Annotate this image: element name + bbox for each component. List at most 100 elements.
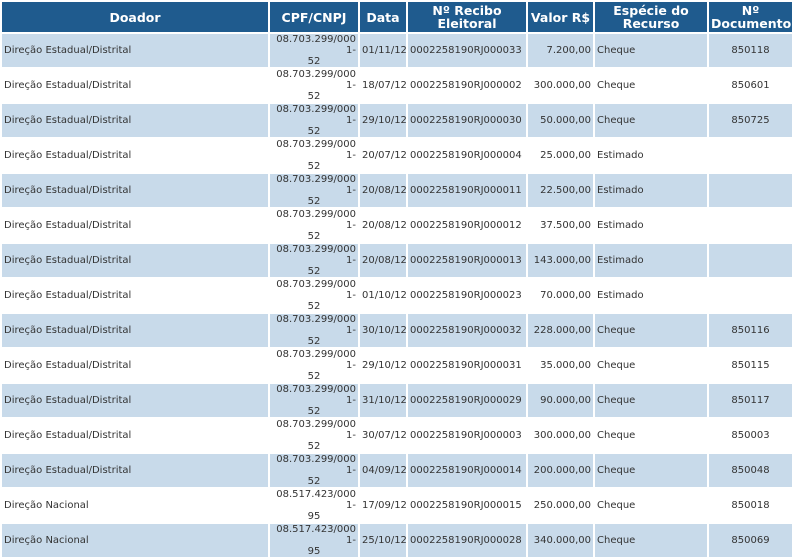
table-row: Direção Estadual/Distrital 08.703.299/000… bbox=[2, 454, 792, 487]
table-row: Direção Estadual/Distrital 08.703.299/000… bbox=[2, 244, 792, 277]
header-valor[interactable]: Valor R$ bbox=[528, 2, 593, 32]
cell-especie: Cheque bbox=[595, 104, 707, 137]
donations-table: Doador CPF/CNPJ Data Nº Recibo Eleitoral… bbox=[0, 0, 792, 559]
header-doador[interactable]: Doador bbox=[2, 2, 268, 32]
cpf-cnpj-part1: 08.703.299/0001- bbox=[276, 174, 356, 196]
cell-documento bbox=[709, 209, 792, 242]
cell-cpf-cnpj: 08.703.299/0001- 52 bbox=[270, 139, 358, 172]
cpf-cnpj-part1: 08.703.299/0001- bbox=[276, 384, 356, 406]
cell-cpf-cnpj: 08.703.299/0001- 52 bbox=[270, 279, 358, 312]
cpf-cnpj-part1: 08.703.299/0001- bbox=[276, 279, 356, 301]
cell-valor: 300.000,00 bbox=[528, 69, 593, 102]
cell-documento: 850115 bbox=[709, 349, 792, 382]
cell-doador: Direção Nacional bbox=[2, 489, 268, 522]
cell-data: 30/10/12 bbox=[360, 314, 406, 347]
header-documento[interactable]: Nº Documento bbox=[709, 2, 792, 32]
cell-valor: 340.000,00 bbox=[528, 524, 593, 557]
table-row: Direção Nacional 08.517.423/0001- 95 17/09/… bbox=[2, 489, 792, 522]
cell-cpf-cnpj: 08.703.299/0001- 52 bbox=[270, 69, 358, 102]
cell-documento bbox=[709, 244, 792, 277]
cell-doador: Direção Estadual/Distrital bbox=[2, 174, 268, 207]
cell-valor: 250.000,00 bbox=[528, 489, 593, 522]
cpf-cnpj-part2: 52 bbox=[307, 126, 321, 137]
cell-valor: 50.000,00 bbox=[528, 104, 593, 137]
cell-data: 25/10/12 bbox=[360, 524, 406, 557]
table-row: Direção Estadual/Distrital 08.703.299/000… bbox=[2, 314, 792, 347]
cell-especie: Estimado bbox=[595, 174, 707, 207]
header-data[interactable]: Data bbox=[360, 2, 406, 32]
cpf-cnpj-part2: 52 bbox=[307, 441, 321, 452]
table-row: Direção Estadual/Distrital 08.703.299/000… bbox=[2, 209, 792, 242]
cell-doador: Direção Estadual/Distrital bbox=[2, 139, 268, 172]
table-row: Direção Estadual/Distrital 08.703.299/000… bbox=[2, 139, 792, 172]
cell-recibo: 0002258190RJ000031 bbox=[408, 349, 526, 382]
cell-documento bbox=[709, 139, 792, 172]
cell-recibo: 0002258190RJ000029 bbox=[408, 384, 526, 417]
table-row: Direção Nacional 08.517.423/0001- 95 25/10/… bbox=[2, 524, 792, 557]
cpf-cnpj-part2: 52 bbox=[307, 371, 321, 382]
cell-recibo: 0002258190RJ000015 bbox=[408, 489, 526, 522]
cpf-cnpj-part2: 95 bbox=[307, 546, 321, 557]
cell-valor: 228.000,00 bbox=[528, 314, 593, 347]
cpf-cnpj-part1: 08.703.299/0001- bbox=[276, 69, 356, 91]
cell-data: 01/10/12 bbox=[360, 279, 406, 312]
cpf-cnpj-part1: 08.703.299/0001- bbox=[276, 244, 356, 266]
cell-documento bbox=[709, 279, 792, 312]
cpf-cnpj-part1: 08.517.423/0001- bbox=[276, 489, 356, 511]
cpf-cnpj-part1: 08.703.299/0001- bbox=[276, 454, 356, 476]
cell-especie: Cheque bbox=[595, 419, 707, 452]
cell-recibo: 0002258190RJ000012 bbox=[408, 209, 526, 242]
cell-valor: 22.500,00 bbox=[528, 174, 593, 207]
cell-recibo: 0002258190RJ000030 bbox=[408, 104, 526, 137]
cell-recibo: 0002258190RJ000014 bbox=[408, 454, 526, 487]
cell-doador: Direção Nacional bbox=[2, 524, 268, 557]
cell-valor: 300.000,00 bbox=[528, 419, 593, 452]
cell-valor: 7.200,00 bbox=[528, 34, 593, 67]
cell-valor: 143.000,00 bbox=[528, 244, 593, 277]
cpf-cnpj-part2: 52 bbox=[307, 406, 321, 417]
cell-data: 04/09/12 bbox=[360, 454, 406, 487]
cpf-cnpj-part2: 52 bbox=[307, 301, 321, 312]
header-especie[interactable]: Espécie do Recurso bbox=[595, 2, 707, 32]
cell-recibo: 0002258190RJ000023 bbox=[408, 279, 526, 312]
cell-data: 20/07/12 bbox=[360, 139, 406, 172]
cell-valor: 70.000,00 bbox=[528, 279, 593, 312]
cell-doador: Direção Estadual/Distrital bbox=[2, 34, 268, 67]
cell-data: 20/08/12 bbox=[360, 209, 406, 242]
cell-cpf-cnpj: 08.703.299/0001- 52 bbox=[270, 104, 358, 137]
cell-cpf-cnpj: 08.517.423/0001- 95 bbox=[270, 489, 358, 522]
cell-especie: Estimado bbox=[595, 279, 707, 312]
cell-data: 20/08/12 bbox=[360, 174, 406, 207]
cell-doador: Direção Estadual/Distrital bbox=[2, 244, 268, 277]
cpf-cnpj-part2: 52 bbox=[307, 161, 321, 172]
table-row: Direção Estadual/Distrital 08.703.299/000… bbox=[2, 69, 792, 102]
cell-cpf-cnpj: 08.703.299/0001- 52 bbox=[270, 384, 358, 417]
cpf-cnpj-part1: 08.703.299/0001- bbox=[276, 209, 356, 231]
cell-recibo: 0002258190RJ000013 bbox=[408, 244, 526, 277]
cell-cpf-cnpj: 08.703.299/0001- 52 bbox=[270, 349, 358, 382]
cell-documento: 850117 bbox=[709, 384, 792, 417]
header-recibo[interactable]: Nº Recibo Eleitoral bbox=[408, 2, 526, 32]
cpf-cnpj-part1: 08.703.299/0001- bbox=[276, 419, 356, 441]
cell-data: 31/10/12 bbox=[360, 384, 406, 417]
cell-documento: 850116 bbox=[709, 314, 792, 347]
cell-especie: Cheque bbox=[595, 489, 707, 522]
cell-data: 01/11/12 bbox=[360, 34, 406, 67]
cell-data: 18/07/12 bbox=[360, 69, 406, 102]
cell-doador: Direção Estadual/Distrital bbox=[2, 314, 268, 347]
header-cpf-cnpj[interactable]: CPF/CNPJ bbox=[270, 2, 358, 32]
cell-especie: Cheque bbox=[595, 454, 707, 487]
cell-data: 29/10/12 bbox=[360, 104, 406, 137]
table-row: Direção Estadual/Distrital 08.703.299/000… bbox=[2, 174, 792, 207]
cell-recibo: 0002258190RJ000032 bbox=[408, 314, 526, 347]
cell-data: 30/07/12 bbox=[360, 419, 406, 452]
cell-recibo: 0002258190RJ000002 bbox=[408, 69, 526, 102]
table-row: Direção Estadual/Distrital 08.703.299/000… bbox=[2, 279, 792, 312]
cell-cpf-cnpj: 08.703.299/0001- 52 bbox=[270, 209, 358, 242]
cpf-cnpj-part2: 52 bbox=[307, 196, 321, 207]
cpf-cnpj-part1: 08.703.299/0001- bbox=[276, 139, 356, 161]
cell-cpf-cnpj: 08.703.299/0001- 52 bbox=[270, 454, 358, 487]
cpf-cnpj-part2: 52 bbox=[307, 231, 321, 242]
table-header-row: Doador CPF/CNPJ Data Nº Recibo Eleitoral… bbox=[2, 2, 792, 32]
cpf-cnpj-part1: 08.703.299/0001- bbox=[276, 349, 356, 371]
